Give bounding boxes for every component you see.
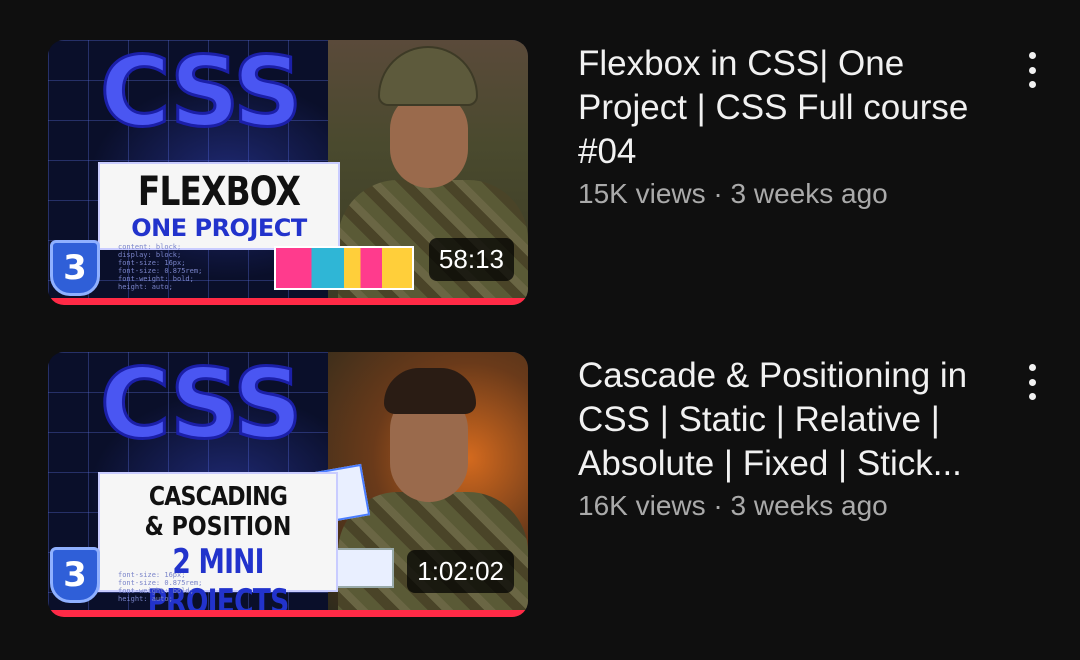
video-thumbnail[interactable]: CSS CASCADING & POSITION 2 MINI PROJECTS… [48, 352, 528, 617]
video-thumbnail[interactable]: CSS FLEXBOX ONE PROJECT content: block; … [48, 40, 528, 305]
video-views: 16K views [578, 490, 706, 521]
meta-separator: · [705, 178, 731, 209]
video-info[interactable]: Cascade & Positioning in CSS | Static | … [578, 354, 998, 524]
video-title[interactable]: Flexbox in CSS| One Project | CSS Full c… [578, 42, 998, 174]
video-info[interactable]: Flexbox in CSS| One Project | CSS Full c… [578, 42, 998, 212]
thumbnail-label-line1: FLEXBOX [137, 169, 301, 215]
thumbnail-window-graphic [334, 548, 394, 588]
thumbnail-headline: CSS [98, 40, 303, 148]
watch-progress-bar [48, 610, 528, 617]
thumbnail-code-snippet: font-size: 16px; font-size: 0.875rem; fo… [118, 571, 203, 603]
thumbnail-label-line1: CASCADING [148, 482, 288, 512]
video-title[interactable]: Cascade & Positioning in CSS | Static | … [578, 354, 998, 486]
video-meta: 16K views · 3 weeks ago [578, 488, 998, 524]
video-item[interactable]: CSS CASCADING & POSITION 2 MINI PROJECTS… [0, 352, 1080, 622]
helmet-image [378, 46, 478, 106]
thumbnail-label-line1b: & POSITION [144, 512, 292, 542]
thumbnail-label-box: FLEXBOX ONE PROJECT [98, 162, 340, 250]
video-age: 3 weeks ago [730, 490, 888, 521]
thumbnail-layout-graphic [274, 246, 414, 290]
video-views: 15K views [578, 178, 706, 209]
more-vert-icon[interactable] [1014, 360, 1050, 404]
video-meta: 15K views · 3 weeks ago [578, 176, 998, 212]
watch-progress-bar [48, 298, 528, 305]
css3-logo-icon: 3 [50, 240, 100, 296]
video-duration: 1:02:02 [407, 550, 514, 593]
css3-logo-icon: 3 [50, 547, 100, 603]
thumbnail-label-line2: ONE PROJECT [131, 214, 307, 242]
video-duration: 58:13 [428, 238, 514, 281]
thumbnail-code-snippet: content: block; display: block; font-siz… [118, 243, 203, 291]
video-age: 3 weeks ago [730, 178, 888, 209]
thumbnail-headline: CSS [98, 352, 303, 460]
meta-separator: · [705, 490, 731, 521]
hair-image [384, 368, 476, 414]
more-vert-icon[interactable] [1014, 48, 1050, 92]
video-item[interactable]: CSS FLEXBOX ONE PROJECT content: block; … [0, 40, 1080, 310]
